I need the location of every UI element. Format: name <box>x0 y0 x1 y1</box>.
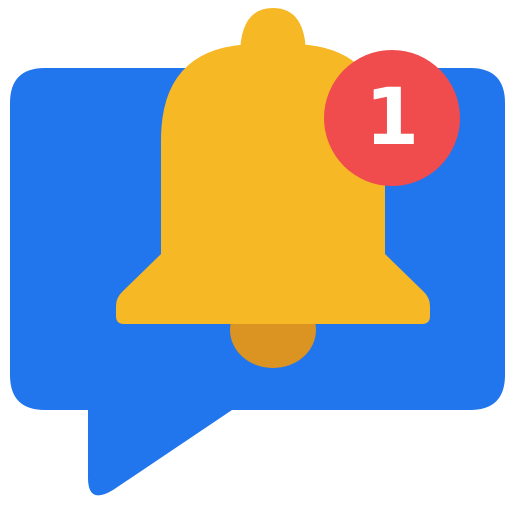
badge-count: 1 <box>365 73 419 163</box>
notification-badge: 1 <box>324 50 460 186</box>
notification-bell-chat-icon: 1 <box>10 8 505 496</box>
notification-icon-canvas: 1 <box>0 0 512 512</box>
